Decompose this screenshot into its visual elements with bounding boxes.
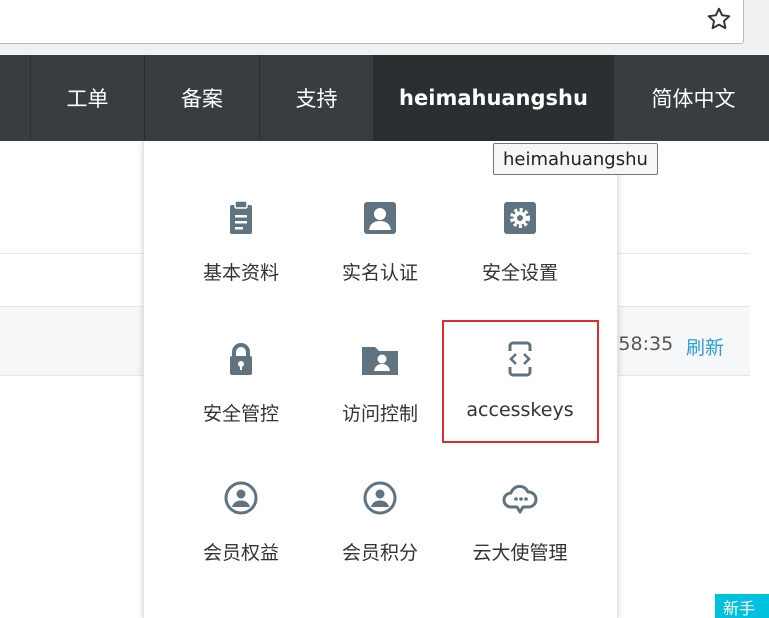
top-navigation: 工单 备案 支持 heimahuangshu 简体中文 <box>0 55 769 141</box>
menu-item-access-control[interactable]: 访问控制 <box>310 339 450 459</box>
highlight-box <box>442 320 599 443</box>
menu-item-cloud-ambassador[interactable]: 云大使管理 <box>450 478 590 598</box>
account-dropdown-menu: 基本资料 实名认证 安全设置 安全管控 访问控制 accesskeys 会员权益… <box>143 141 618 618</box>
nav-user-account[interactable]: heimahuangshu <box>373 55 613 141</box>
nav-support[interactable]: 支持 <box>259 55 373 141</box>
cloud-ambassador-icon <box>502 484 538 514</box>
menu-item-security-control[interactable]: 安全管控 <box>171 339 311 459</box>
menu-item-label: 访问控制 <box>341 403 418 425</box>
menu-item-label: 安全设置 <box>481 262 558 284</box>
clipboard-icon <box>230 200 252 234</box>
menu-item-label: 会员积分 <box>341 542 418 564</box>
address-bar[interactable] <box>0 0 744 44</box>
menu-item-member-points[interactable]: 会员积分 <box>310 478 450 598</box>
menu-item-member-benefits[interactable]: 会员权益 <box>171 478 311 598</box>
menu-item-label: 云大使管理 <box>472 542 568 564</box>
menu-item-security-settings[interactable]: 安全设置 <box>450 198 590 318</box>
menu-item-label: 会员权益 <box>202 542 279 564</box>
refresh-link[interactable]: 刷新 <box>686 333 724 360</box>
menu-item-label: 安全管控 <box>202 403 279 425</box>
menu-item-label: 基本资料 <box>202 262 279 284</box>
member-icon <box>224 481 258 515</box>
menu-item-real-name-auth[interactable]: 实名认证 <box>310 198 450 318</box>
nav-filing[interactable]: 备案 <box>144 55 259 141</box>
menu-item-basic-info[interactable]: 基本资料 <box>171 198 311 318</box>
menu-item-label: 实名认证 <box>341 262 418 284</box>
folder-user-icon <box>362 347 398 375</box>
nav-language[interactable]: 简体中文 <box>613 55 769 141</box>
timestamp-text: :58:35 <box>612 333 674 355</box>
browser-toolbar <box>0 0 769 55</box>
username-tooltip: heimahuangshu <box>493 143 658 175</box>
bookmark-star-icon[interactable] <box>706 6 732 32</box>
member-points-icon <box>363 481 397 515</box>
gear-icon <box>504 202 536 234</box>
newbie-badge[interactable]: 新手 <box>715 594 769 618</box>
lock-icon <box>230 343 252 375</box>
nav-ticket[interactable]: 工单 <box>30 55 144 141</box>
id-card-icon <box>364 202 396 234</box>
